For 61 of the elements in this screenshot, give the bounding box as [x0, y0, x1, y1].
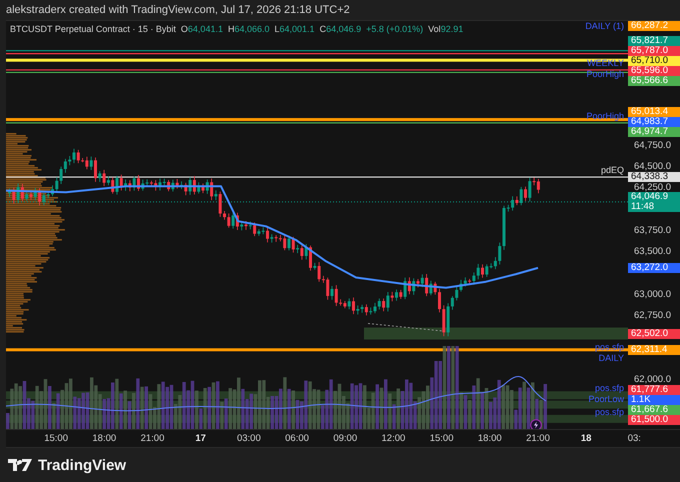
time-label: 17	[194, 433, 207, 444]
level-label: DAILY (1)	[585, 21, 624, 31]
ohlc-value: 64,046.9	[326, 24, 362, 34]
time-label: 15:00	[428, 433, 454, 444]
price-tick: 63,500.0	[634, 246, 671, 257]
ohlc-label: H	[228, 24, 234, 34]
time-label: 18:00	[476, 433, 503, 444]
price-label: 65,710.0	[628, 56, 680, 66]
price-tick: 63,750.0	[634, 224, 671, 236]
price-label: 61,500.0	[628, 414, 680, 425]
ohlc-value: 64,066.0	[234, 24, 270, 34]
time-label: 06:00	[284, 433, 310, 444]
level-label: PoorLow	[588, 394, 624, 404]
time-label: 12:00	[380, 433, 406, 444]
price-label: 65,566.6	[628, 76, 680, 86]
time-label: 09:00	[332, 433, 358, 444]
ohlc-value: 92.91	[440, 24, 464, 34]
price-tick: 64,750.0	[634, 140, 671, 150]
ohlc-label: C	[320, 24, 326, 34]
ohlc-label: L	[274, 24, 280, 34]
time-label: 21:00	[140, 433, 166, 444]
price-label: 65,787.0	[628, 46, 680, 56]
time-label: 18:00	[91, 433, 118, 444]
level-label: pdEQ	[600, 165, 624, 176]
attribution-text: alekstraderx created with TradingView.com, Jul 17, 2026 21:18 UTC+2	[6, 3, 350, 18]
price-tick: 64,250.0	[634, 182, 671, 194]
ohlc-label: O	[180, 24, 188, 34]
price-label: 64,046.9 11:48	[628, 192, 680, 212]
price-tick: 64,500.0	[634, 160, 671, 172]
price-tick: 62,000.0	[634, 374, 671, 385]
ohlc-label: Vol	[428, 24, 441, 34]
price-label: 64,974.7	[628, 126, 680, 136]
price-label: 65,821.7	[628, 36, 680, 46]
ohlc-value: 64,001.1	[280, 24, 315, 34]
price-label: 61,667.6	[628, 404, 680, 415]
brand-name: TradingView	[38, 456, 126, 474]
price-label: 65,596.0	[628, 66, 680, 76]
time-label: 03:00	[236, 433, 262, 444]
time-label: 21:00	[525, 433, 551, 444]
symbol-title: BTCUSDT Perpetual Contract · 15 · Bybit	[10, 24, 176, 34]
time-label: 15:00	[43, 433, 69, 444]
level-label: DAILY	[598, 352, 624, 363]
price-label: 62,502.0	[628, 328, 680, 339]
logo-icon	[8, 459, 32, 471]
price-label: 62,311.4	[628, 344, 680, 355]
price-label: 64,338.3	[628, 172, 680, 182]
level-label: pos.sfp	[594, 383, 624, 394]
price-label: 64,983.7	[628, 116, 680, 126]
price-label: 1.1K	[628, 394, 680, 405]
level-label: pos.sfp	[594, 406, 624, 417]
price-label: 65,013.4	[628, 106, 680, 116]
ohlc-value: 64,041.1	[188, 24, 223, 34]
price-tick: 63,000.0	[634, 288, 671, 300]
price-label: 66,287.2	[628, 21, 680, 31]
time-label: 03:	[626, 433, 642, 444]
price-label: 61,777.6	[628, 384, 680, 395]
time-label: 18	[580, 433, 592, 444]
lightning-icon[interactable]	[530, 419, 542, 430]
price-tick: 62,750.0	[634, 310, 671, 321]
ohlc-value: +5.8 (+0.01%)	[366, 24, 424, 34]
price-label: 63,272.0	[628, 262, 680, 273]
